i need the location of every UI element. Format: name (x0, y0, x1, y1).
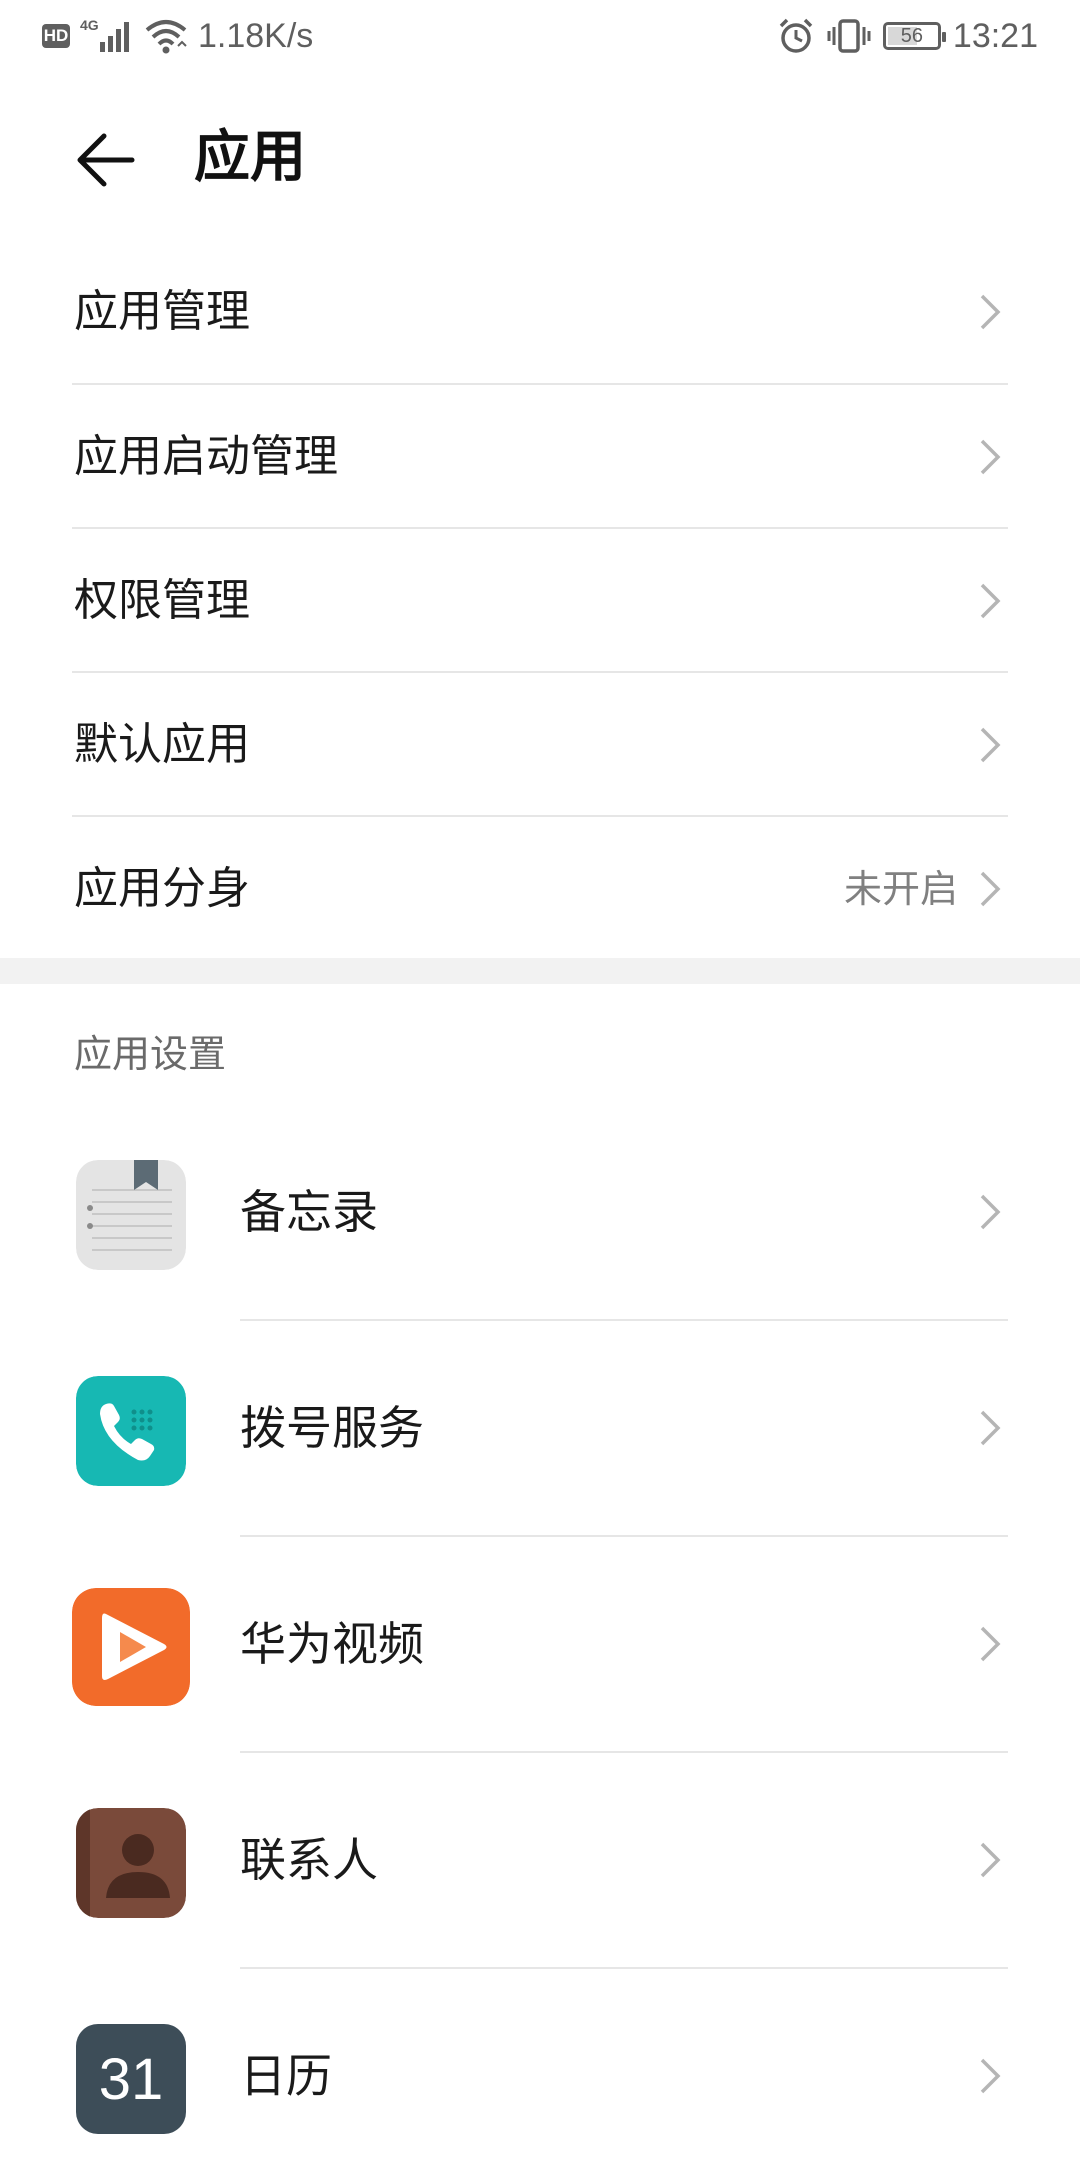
network-type: 4G (80, 17, 99, 33)
page-title: 应用 (194, 125, 306, 190)
wifi-icon (145, 20, 187, 54)
chevron-right-icon (980, 1194, 1001, 1230)
app-twin-status: 未开启 (843, 867, 958, 911)
menu-item-label: 权限管理 (74, 575, 250, 626)
chevron-right-icon (980, 439, 1001, 475)
chevron-right-icon (980, 1410, 1001, 1446)
play-icon (72, 1588, 190, 1706)
back-button[interactable] (70, 124, 142, 196)
chevron-right-icon (980, 2058, 1001, 2094)
app-item-label: 华为视频 (240, 1617, 424, 1671)
app-item-calendar[interactable]: 31 日历 (0, 1968, 1080, 2184)
header: 应用 (0, 100, 1080, 220)
menu-item-permission-management[interactable]: 权限管理 (72, 529, 1008, 673)
alarm-icon (779, 18, 813, 53)
arrow-left-icon (77, 133, 135, 187)
calendar-date: 31 (98, 2046, 164, 2112)
vibrate-icon (827, 19, 871, 53)
phone-icon (76, 1376, 186, 1486)
hd-badge: HD (42, 24, 70, 48)
clock: 13:21 (952, 16, 1038, 55)
contact-icon (76, 1808, 186, 1918)
app-item-contacts[interactable]: 联系人 (0, 1752, 1080, 1968)
section-title-app-settings: 应用设置 (74, 1032, 227, 1076)
menu-item-label: 应用启动管理 (74, 431, 338, 482)
status-bar: HD 4G 1.18K/s 56 13:21 (0, 0, 1080, 72)
notepad-icon (76, 1160, 186, 1270)
signal-4g-icon: 4G (80, 17, 129, 52)
chevron-right-icon (980, 1626, 1001, 1662)
battery-level: 56 (900, 24, 924, 47)
menu-item-app-twin[interactable]: 应用分身 未开启 (72, 817, 1008, 961)
menu-item-default-apps[interactable]: 默认应用 (72, 673, 1008, 817)
app-item-memo[interactable]: 备忘录 (0, 1104, 1080, 1320)
calendar-icon: 31 (76, 2024, 186, 2134)
section-separator (0, 958, 1080, 984)
battery-icon: 56 (882, 22, 946, 50)
chevron-right-icon (980, 583, 1001, 619)
chevron-right-icon (980, 1842, 1001, 1878)
network-speed: 1.18K/s (198, 16, 314, 55)
app-item-dialer-service[interactable]: 拨号服务 (0, 1320, 1080, 1536)
menu-item-label: 应用分身 (74, 863, 250, 914)
menu-item-label: 应用管理 (74, 286, 250, 337)
app-item-label: 拨号服务 (240, 1401, 424, 1455)
menu-item-label: 默认应用 (74, 719, 250, 770)
menu-item-app-management[interactable]: 应用管理 (72, 240, 1008, 384)
app-item-huawei-video[interactable]: 华为视频 (0, 1536, 1080, 1752)
chevron-right-icon (980, 727, 1001, 763)
chevron-right-icon (980, 871, 1001, 907)
app-item-label: 联系人 (240, 1833, 378, 1887)
app-item-label: 日历 (240, 2049, 332, 2103)
menu-item-app-launch-management[interactable]: 应用启动管理 (72, 385, 1008, 529)
chevron-right-icon (980, 294, 1001, 330)
app-item-label: 备忘录 (240, 1185, 378, 1239)
